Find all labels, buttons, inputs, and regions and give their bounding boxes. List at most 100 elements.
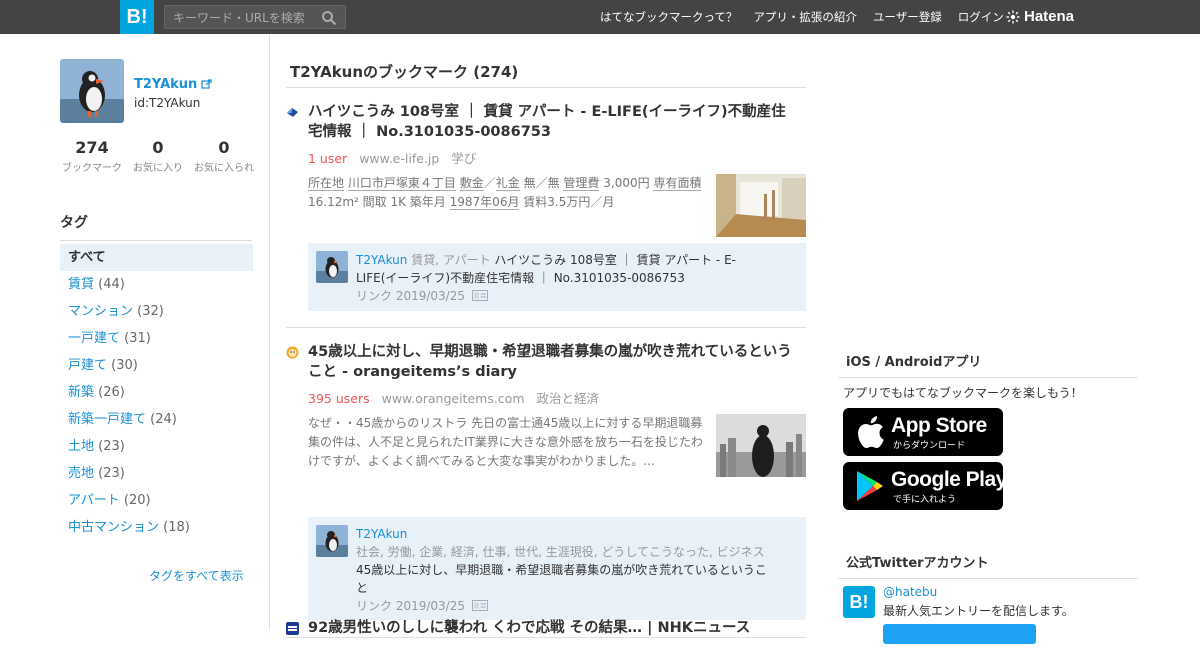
divider [286, 327, 806, 328]
top-header: B! はてなブックマークって？ アプリ・拡張の紹介 ユーザー登録 ログイン Ha… [0, 0, 1200, 34]
app-store-button[interactable]: App Store からダウンロード [843, 408, 1003, 456]
entry-domain[interactable]: www.orangeitems.com [382, 391, 525, 406]
nav-apps[interactable]: アプリ・拡張の紹介 [753, 9, 857, 25]
tag-label[interactable]: 賃貸 [68, 277, 94, 292]
entry-users-count[interactable]: 395 users [308, 391, 370, 406]
tag-label[interactable]: マンション [68, 304, 133, 319]
nav-about[interactable]: はてなブックマークって？ [600, 9, 737, 25]
embed-card-icon[interactable] [471, 290, 488, 301]
tag-item[interactable]: 賃貸 (44) [60, 271, 253, 298]
twitter-handle-link[interactable]: @hatebu [883, 585, 937, 599]
comment-user[interactable]: T2YAkun [356, 253, 407, 267]
tag-item[interactable]: アパート (20) [60, 487, 253, 514]
tag-item[interactable]: 土地 (23) [60, 433, 253, 460]
search-box[interactable] [164, 5, 346, 29]
entry-thumbnail[interactable] [716, 414, 806, 477]
tag-item[interactable]: 新築 (26) [60, 379, 253, 406]
entry-category[interactable]: 学び [451, 151, 476, 166]
profile-username[interactable]: T2YAkun [134, 77, 212, 92]
entry-users-count[interactable]: 1 user [308, 151, 347, 166]
stat-favorites[interactable]: 0 お気に入り [126, 138, 190, 174]
tag-label[interactable]: 新築 [68, 385, 94, 400]
hatebu-logo[interactable]: B! [120, 0, 154, 34]
profile-username-label: T2YAkun [134, 77, 198, 92]
tag-label[interactable]: 土地 [68, 439, 94, 454]
tag-item[interactable]: 新築一戸建て (24) [60, 406, 253, 433]
entry-title-link[interactable]: 45歳以上に対し、早期退職・希望退職者募集の嵐が吹き荒れているということ - o… [308, 342, 798, 382]
tag-item-all[interactable]: すべて [60, 244, 253, 271]
tag-count: (26) [98, 385, 125, 400]
tag-item[interactable]: 一戸建て (31) [60, 325, 253, 352]
comment-user[interactable]: T2YAkun [356, 527, 407, 541]
tag-count: (23) [98, 466, 125, 481]
entry-meta: 395 users www.orangeitems.com 政治と経済 [308, 388, 599, 407]
embed-card-icon[interactable] [471, 600, 488, 611]
tag-label[interactable]: 戸建て [68, 358, 107, 373]
tag-item[interactable]: 中古マンション (18) [60, 514, 253, 541]
apps-text: アプリでもはてなブックマークを楽しもう！ [843, 386, 1083, 400]
tag-item[interactable]: 戸建て (30) [60, 352, 253, 379]
tag-count: (20) [123, 493, 151, 508]
tag-label[interactable]: 中古マンション [68, 520, 159, 535]
tag-count: (24) [150, 412, 177, 427]
hatena-brand-link[interactable]: Hatena [1006, 8, 1074, 25]
entry-thumbnail[interactable] [716, 174, 806, 237]
desc-text: 賃料3.5万円／月 [523, 195, 615, 209]
tag-item[interactable]: マンション (32) [60, 298, 253, 325]
desc-keyword: 1987年06月 [449, 195, 520, 210]
comment-avatar[interactable] [316, 525, 348, 557]
entry-domain[interactable]: www.e-life.jp [359, 151, 439, 166]
desc-keyword: 所在地 [308, 176, 345, 191]
apple-icon [858, 416, 884, 449]
desc-text: 16.12m² 間取 1K 築年月 [308, 195, 446, 209]
tag-count: (18) [163, 520, 190, 535]
bookmark-comment: T2YAkun 社会, 労働, 企業, 経済, 仕事, 世代, 生涯現役, どう… [308, 517, 806, 620]
entry-title-link[interactable]: ハイツこうみ 108号室 ｜ 賃貸 アパート - E-LIFE(イーライフ)不動… [308, 102, 798, 142]
site-favicon-icon [286, 622, 299, 635]
desc-text: 無／無 [523, 176, 560, 190]
search-icon[interactable] [321, 10, 337, 26]
desc-text: ／ [483, 176, 496, 190]
search-input[interactable] [173, 9, 318, 26]
tag-count: (44) [98, 277, 125, 292]
profile-id: id:T2YAkun [134, 96, 201, 110]
twitter-description: 最新人気エントリーを配信します。 [883, 604, 1074, 618]
entry-description: なぜ・・45歳からのリストラ 先日の富士通45歳以上に対する早期退職募集の件は、… [308, 416, 703, 468]
twitter-follow-button[interactable] [883, 624, 1036, 644]
hatebu-twitter-logo[interactable]: B! [843, 586, 875, 618]
comment-date[interactable]: リンク 2019/03/25 [356, 599, 465, 613]
stat-followers[interactable]: 0 お気に入られ [192, 138, 256, 174]
comment-date[interactable]: リンク 2019/03/25 [356, 289, 465, 303]
stat-bookmarks-label: ブックマーク [62, 163, 122, 174]
comment-avatar[interactable] [316, 251, 348, 283]
tag-count: (30) [111, 358, 138, 373]
stat-favorites-label: お気に入り [133, 163, 183, 174]
all-tags-link[interactable]: タグをすべて表示 [149, 567, 244, 584]
stat-favorites-count: 0 [152, 138, 164, 157]
nav-login[interactable]: ログイン [958, 9, 1004, 25]
desc-keyword: 専有面積 [653, 176, 702, 191]
stat-bookmarks[interactable]: 274 ブックマーク [60, 138, 124, 174]
external-link-icon [201, 79, 212, 89]
site-favicon-icon [286, 346, 299, 359]
desc-keyword: 礼金 [495, 176, 520, 191]
google-play-button[interactable]: Google Play で手に入れよう [843, 462, 1007, 510]
nav-register[interactable]: ユーザー登録 [873, 9, 942, 25]
tag-heading: タグ [60, 212, 252, 241]
stat-bookmarks-count: 274 [75, 138, 109, 157]
tag-item[interactable]: 売地 (23) [60, 460, 253, 487]
comment-text: 45歳以上に対し、早期退職・希望退職者募集の嵐が吹き荒れているということ [356, 563, 767, 595]
avatar[interactable] [60, 59, 124, 123]
tag-label[interactable]: アパート [68, 493, 120, 508]
tag-label[interactable]: 一戸建て [68, 331, 120, 346]
tag-label[interactable]: 売地 [68, 466, 94, 481]
entry-title-link[interactable]: 92歳男性いのししに襲われ くわで応戦 その結果… | NHKニュース [308, 618, 798, 638]
comment-tags[interactable]: 社会, 労働, 企業, 経済, 仕事, 世代, 生涯現役, どうしてこうなった,… [356, 545, 765, 559]
profile-sidebar: T2YAkun id:T2YAkun 274 ブックマーク 0 お気に入り 0 … [0, 34, 270, 630]
apps-heading: iOS / Androidアプリ [838, 351, 1138, 378]
twitter-heading: 公式Twitterアカウント [838, 552, 1138, 579]
entry-category[interactable]: 政治と経済 [537, 391, 600, 406]
hatena-sun-icon [1006, 10, 1020, 23]
comment-tags[interactable]: 賃貸, アパート [411, 253, 490, 267]
tag-label[interactable]: 新築一戸建て [68, 412, 146, 427]
